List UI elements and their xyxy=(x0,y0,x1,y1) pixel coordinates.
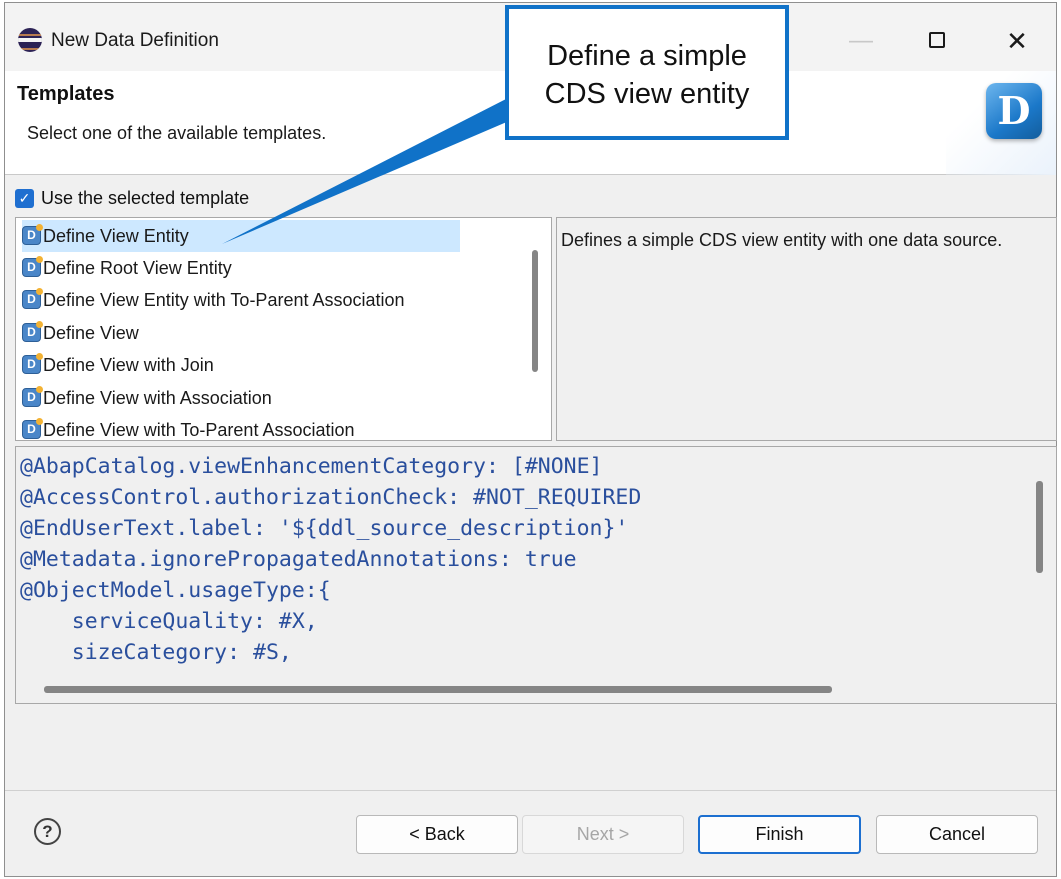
maximize-button[interactable] xyxy=(915,21,959,61)
template-label: Define View Entity xyxy=(43,226,189,246)
page-title: Templates xyxy=(17,83,115,105)
code-line: @EndUserText.label: '${ddl_source_descri… xyxy=(20,516,629,541)
code-line: @ObjectModel.usageType:{ xyxy=(20,578,331,603)
list-item[interactable]: D Define Root View Entity xyxy=(22,252,460,284)
template-icon: D xyxy=(22,224,43,246)
annotation-callout: Define a simple CDS view entity xyxy=(505,5,789,140)
close-button[interactable]: ✕ xyxy=(995,21,1039,61)
window-title: New Data Definition xyxy=(51,30,219,51)
template-label: Define View with Join xyxy=(43,355,214,375)
list-item[interactable]: D Define View with Association xyxy=(22,382,460,414)
template-icon: D xyxy=(22,256,43,278)
code-line: @AbapCatalog.viewEnhancementCategory: [#… xyxy=(20,454,603,479)
page-description: Select one of the available templates. xyxy=(27,123,327,143)
list-item[interactable]: D Define View Entity with To-Parent Assoc… xyxy=(22,284,460,316)
data-definition-icon: D xyxy=(986,83,1042,139)
next-button: Next > xyxy=(522,815,684,854)
code-line: sizeCategory: #S, xyxy=(20,640,292,665)
template-code-preview[interactable]: @AbapCatalog.viewEnhancementCategory: [#… xyxy=(15,446,1057,704)
template-icon: D xyxy=(22,353,43,375)
callout-line-2: CDS view entity xyxy=(544,78,750,110)
code-line: @AccessControl.authorizationCheck: #NOT_… xyxy=(20,485,642,510)
template-description-pane: Defines a simple CDS view entity with on… xyxy=(556,217,1057,441)
use-template-checkbox[interactable]: ✓ xyxy=(15,189,34,208)
list-item[interactable]: D Define View with Join xyxy=(22,349,460,381)
template-label: Define View xyxy=(43,323,139,343)
list-item[interactable]: D Define View Entity xyxy=(22,220,460,252)
list-item[interactable]: D Define View xyxy=(22,317,460,349)
template-label: Define View Entity with To-Parent Associ… xyxy=(43,290,405,310)
minimize-button[interactable]: — xyxy=(839,21,883,61)
maximize-icon xyxy=(929,31,945,48)
template-list[interactable]: D Define View Entity D Define Root View En… xyxy=(15,217,552,441)
template-label: Define Root View Entity xyxy=(43,258,232,278)
callout-text: Define a simple CDS view entity xyxy=(509,37,785,113)
back-button[interactable]: < Back xyxy=(356,815,518,854)
template-description: Defines a simple CDS view entity with on… xyxy=(561,230,1003,250)
code-line: @Metadata.ignorePropagatedAnnotations: t… xyxy=(20,547,577,572)
list-item[interactable]: D Define View with To-Parent Association xyxy=(22,414,460,440)
template-icon: D xyxy=(22,288,43,310)
template-icon: D xyxy=(22,386,43,408)
cancel-button[interactable]: Cancel xyxy=(876,815,1038,854)
use-template-label: Use the selected template xyxy=(41,188,250,208)
template-icon: D xyxy=(22,321,43,343)
finish-button[interactable]: Finish xyxy=(698,815,861,854)
template-label: Define View with Association xyxy=(43,388,272,408)
code-line: serviceQuality: #X, xyxy=(20,609,318,634)
template-list-scrollbar[interactable] xyxy=(532,250,538,372)
help-icon[interactable]: ? xyxy=(34,818,61,845)
code-vertical-scrollbar[interactable] xyxy=(1036,481,1043,573)
footer-divider xyxy=(5,790,1056,791)
eclipse-app-icon xyxy=(18,28,42,52)
callout-line-1: Define a simple xyxy=(547,40,747,72)
template-icon: D xyxy=(22,418,43,440)
code-horizontal-scrollbar[interactable] xyxy=(44,686,832,693)
template-label: Define View with To-Parent Association xyxy=(43,420,355,440)
